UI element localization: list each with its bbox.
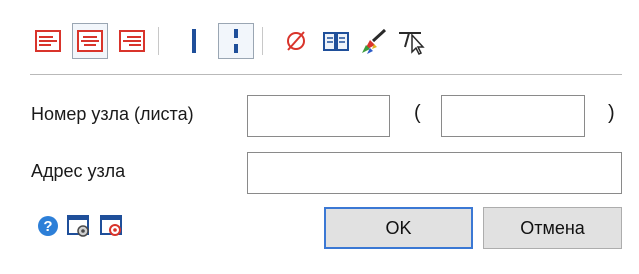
align-left-button[interactable] [30,23,66,59]
book-icon [322,29,350,53]
align-right-button[interactable] [114,23,150,59]
divider [30,74,622,75]
toolbar-separator [158,27,159,55]
node-number-label: Номер узла (листа) [31,104,194,124]
line-solid-button[interactable] [176,23,212,59]
align-right-icon [119,29,145,53]
paren-open: ( [414,102,421,124]
book-button[interactable] [318,23,354,59]
toolbar-separator [262,27,263,55]
sheet-number-input[interactable] [441,95,585,137]
stamp-button[interactable] [99,214,125,242]
align-center-icon [77,29,103,53]
paint-brush-icon [360,27,388,55]
cancel-button[interactable]: Отмена [483,207,622,249]
line-dashed-button[interactable] [218,23,254,59]
node-address-label: Адрес узла [31,161,126,181]
node-address-input[interactable] [247,152,622,194]
diameter-button[interactable] [278,23,314,59]
align-center-button[interactable] [72,23,108,59]
stamp-icon [99,213,125,244]
leader-cursor-icon [397,27,427,55]
line-dashed-icon [231,28,241,54]
svg-text:?: ? [43,218,52,235]
settings-button[interactable] [66,214,92,242]
cropped-top-strip [0,0,639,16]
align-left-icon [35,29,61,53]
help-button[interactable]: ? [35,214,61,242]
paren-close: ) [608,102,615,124]
node-number-input[interactable] [247,95,390,137]
leader-cursor-button[interactable] [394,23,430,59]
settings-icon [66,213,92,244]
help-icon: ? [37,215,59,242]
line-solid-icon [189,28,199,54]
toolbar [30,19,610,65]
diameter-icon [284,29,308,53]
paint-brush-button[interactable] [356,23,392,59]
ok-button[interactable]: OK [324,207,473,249]
